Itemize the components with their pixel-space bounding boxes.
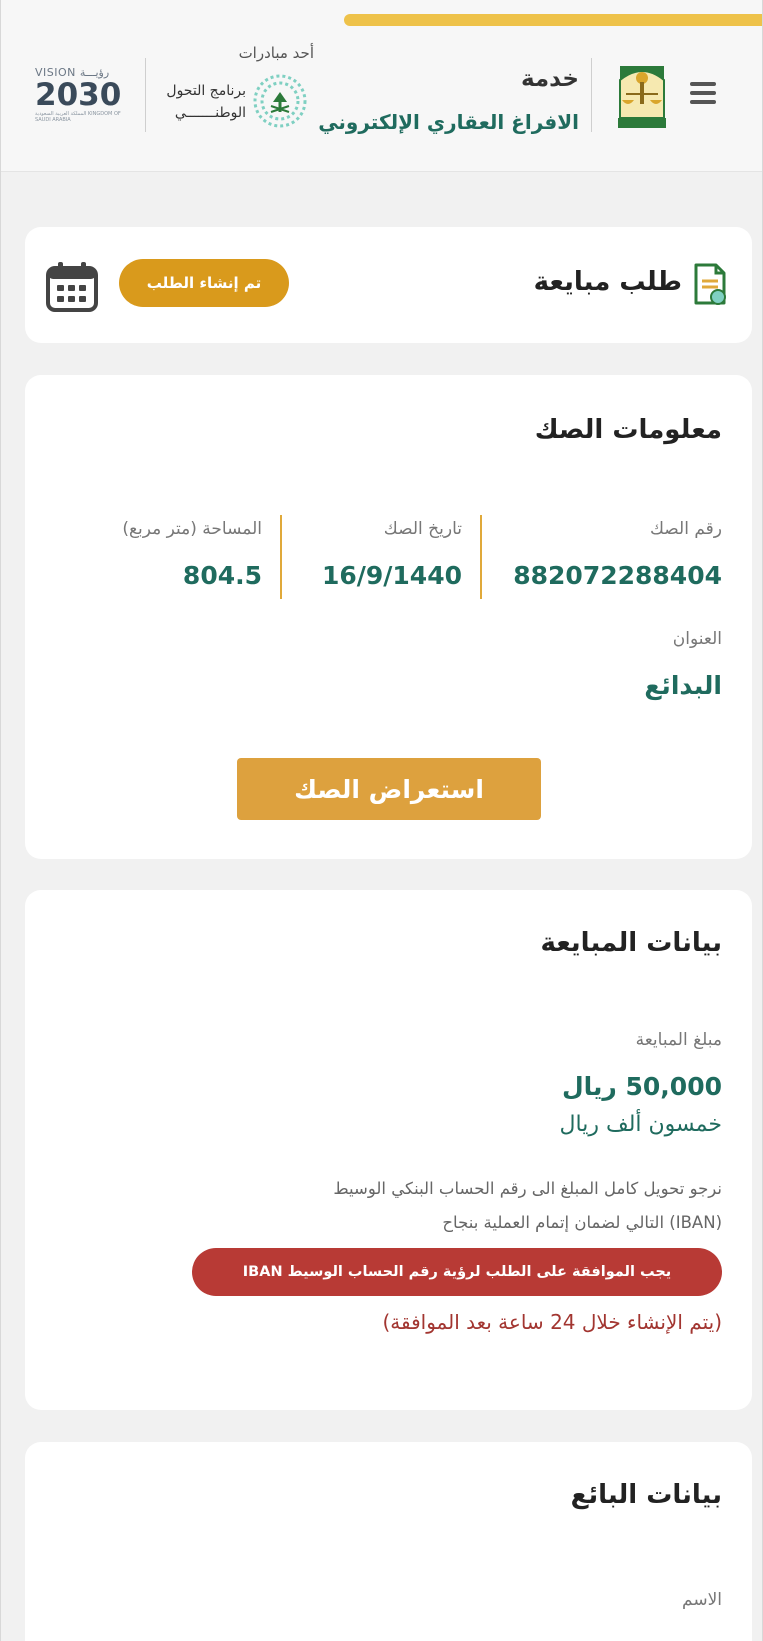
sale-info-card: بيانات المبايعة مبلغ المبايعة 50,000 ريا… [25, 890, 752, 1410]
status-badge: تم إنشاء الطلب [119, 259, 289, 307]
column-separator [480, 515, 482, 599]
transfer-note-line-1: نرجو تحويل كامل المبلغ الى رقم الحساب ال… [333, 1179, 722, 1198]
sale-info-title: بيانات المبايعة [540, 928, 722, 958]
initiative-label: أحد مبادرات [238, 44, 314, 62]
deed-info-card: معلومات الصك رقم الصك 882072288404 تاريخ… [25, 375, 752, 859]
sale-amount-words: خمسون ألف ريال [559, 1112, 722, 1137]
seller-info-card: بيانات البائع الاسم [25, 1442, 752, 1641]
area-value: 804.5 [182, 561, 262, 590]
ntp-line-2: الوطنـــــــي [174, 105, 246, 121]
request-card: طلب مبايعة تم إنشاء الطلب [25, 227, 752, 343]
deed-date-value: 16/9/1440 [321, 561, 462, 590]
document-icon [694, 263, 726, 305]
calendar-icon[interactable] [45, 259, 99, 313]
header-divider-2 [145, 58, 146, 132]
progress-bar-fill [344, 14, 762, 26]
national-transformation-logo-icon [253, 74, 307, 128]
deed-date-label: تاريخ الصك [383, 519, 462, 539]
app-screen: خدمة الافراغ العقاري الإلكتروني أحد مباد… [0, 0, 763, 1641]
hamburger-menu-icon[interactable] [690, 82, 716, 104]
service-subtitle: الافراغ العقاري الإلكتروني [318, 110, 579, 134]
ministry-emblem-icon [618, 66, 666, 128]
seller-name-label: الاسم [682, 1590, 722, 1610]
seller-info-title: بيانات البائع [570, 1480, 722, 1510]
address-label: العنوان [672, 629, 722, 649]
vision-2030-logo: VISION رؤيـــة 2030 المملكة العربية السع… [35, 66, 137, 132]
app-header: خدمة الافراغ العقاري الإلكتروني أحد مباد… [1, 0, 762, 172]
deed-number-label: رقم الصك [649, 519, 722, 539]
iban-warning-pill: يجب الموافقة على الطلب لرؤية رقم الحساب … [192, 1248, 722, 1296]
request-title: طلب مبايعة [533, 267, 682, 297]
service-title: خدمة [520, 66, 579, 92]
deed-number-value: 882072288404 [513, 561, 722, 590]
vision-year: 2030 [35, 77, 122, 113]
creation-time-note: (يتم الإنشاء خلال 24 ساعة بعد الموافقة) [382, 1310, 722, 1334]
header-divider [591, 58, 592, 132]
ntp-text: برنامج التحول الوطنـــــــي [166, 80, 246, 124]
vision-line-3: المملكة العربية السعودية KINGDOM OF SAUD… [35, 111, 121, 123]
progress-bar [1, 14, 762, 26]
sale-amount-label: مبلغ المبايعة [635, 1030, 722, 1050]
deed-info-title: معلومات الصك [534, 415, 722, 445]
sale-amount-value: 50,000 ريال [561, 1072, 722, 1101]
ntp-line-1: برنامج التحول [166, 83, 246, 99]
transfer-note-line-2: (IBAN) التالي لضمان إتمام العملية بنجاح [442, 1213, 722, 1232]
view-deed-button[interactable]: استعراض الصك [237, 758, 541, 820]
address-value: البدائع [644, 671, 722, 700]
column-separator [280, 515, 282, 599]
area-label: المساحة (متر مربع) [122, 519, 262, 539]
